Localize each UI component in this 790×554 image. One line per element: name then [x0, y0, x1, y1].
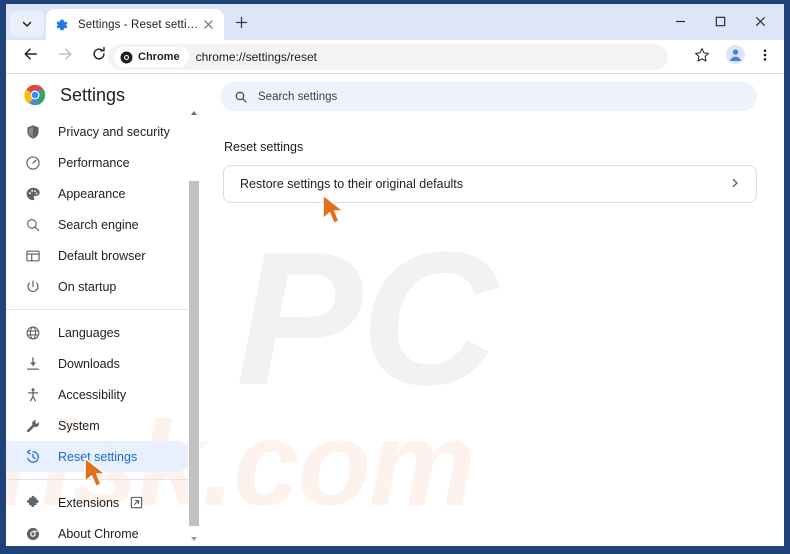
settings-brand: Settings	[6, 74, 192, 116]
sidebar-item-search-engine[interactable]: Search engine	[6, 209, 192, 240]
chrome-origin-chip[interactable]: Chrome	[114, 47, 189, 67]
settings-sidebar: Settings Privacy and security Performanc…	[6, 74, 192, 546]
scroll-down-arrow[interactable]	[188, 532, 200, 546]
url-text: chrome://settings/reset	[195, 50, 317, 64]
section-title: Reset settings	[224, 140, 304, 154]
chevron-right-icon	[730, 178, 740, 191]
close-window-button[interactable]	[740, 8, 780, 38]
sidebar-item-label: Privacy and security	[58, 124, 170, 139]
reload-icon	[91, 46, 107, 67]
browser-window-icon	[24, 247, 42, 265]
maximize-button[interactable]	[700, 8, 740, 38]
sidebar-item-about-chrome[interactable]: About Chrome	[6, 518, 192, 546]
window-controls	[660, 8, 780, 38]
browser-tab[interactable]: Settings - Reset settings	[46, 9, 224, 40]
performance-icon	[24, 154, 42, 172]
sidebar-item-label: Search engine	[58, 217, 139, 232]
plus-icon	[235, 16, 248, 34]
page-title: Settings	[60, 84, 126, 105]
search-input[interactable]: Search settings	[258, 91, 337, 103]
close-icon[interactable]	[200, 17, 216, 33]
search-settings-box[interactable]: Search settings	[220, 82, 757, 111]
sidebar-item-label: Downloads	[58, 356, 120, 371]
sidebar-item-label: Languages	[58, 325, 120, 340]
sidebar-item-default-browser[interactable]: Default browser	[6, 240, 192, 271]
settings-main: Search settings Reset settings Restore s…	[202, 74, 784, 546]
chrome-logo-icon	[24, 84, 46, 106]
tab-strip: Settings - Reset settings	[6, 4, 784, 40]
sidebar-scrollbar-thumb[interactable]	[189, 181, 199, 526]
puzzle-icon	[24, 494, 42, 512]
browser-window: Settings - Reset settings Chrome chrome:…	[0, 0, 790, 554]
download-icon	[24, 355, 42, 373]
bookmark-button[interactable]	[689, 44, 715, 70]
globe-icon	[24, 324, 42, 342]
sidebar-divider-2	[6, 479, 192, 480]
reset-clock-icon	[24, 448, 42, 466]
sidebar-item-label: Reset settings	[58, 449, 138, 464]
back-button[interactable]	[16, 42, 46, 72]
shield-icon	[24, 123, 42, 141]
profile-button[interactable]	[722, 44, 748, 70]
minimize-icon	[675, 14, 686, 32]
chrome-chip-label: Chrome	[138, 51, 180, 63]
settings-gear-icon	[54, 17, 70, 33]
sidebar-item-downloads[interactable]: Downloads	[6, 348, 192, 379]
close-icon	[755, 14, 766, 32]
sidebar-divider-1	[6, 309, 192, 310]
power-icon	[24, 278, 42, 296]
sidebar-item-label: Extensions	[58, 495, 120, 510]
tab-title: Settings - Reset settings	[78, 18, 200, 31]
sidebar-item-label: System	[58, 418, 100, 433]
sidebar-item-appearance[interactable]: Appearance	[6, 178, 192, 209]
palette-icon	[24, 185, 42, 203]
three-dot-menu-icon	[758, 48, 772, 67]
minimize-button[interactable]	[660, 8, 700, 38]
sidebar-item-accessibility[interactable]: Accessibility	[6, 379, 192, 410]
sidebar-item-languages[interactable]: Languages	[6, 317, 192, 348]
sidebar-item-extensions[interactable]: Extensions	[6, 487, 192, 518]
accessibility-icon	[24, 386, 42, 404]
chevron-down-icon	[21, 18, 33, 30]
restore-defaults-row[interactable]: Restore settings to their original defau…	[224, 166, 756, 202]
reset-settings-card: Restore settings to their original defau…	[223, 165, 757, 203]
maximize-icon	[715, 14, 726, 32]
arrow-back-icon	[23, 46, 39, 67]
sidebar-item-performance[interactable]: Performance	[6, 147, 192, 178]
wrench-icon	[24, 417, 42, 435]
search-icon	[233, 89, 248, 104]
new-tab-button[interactable]	[230, 14, 252, 36]
sidebar-item-privacy-and-security[interactable]: Privacy and security	[6, 116, 192, 147]
settings-page: PC risk.com Settings Privacy and securit…	[6, 74, 784, 546]
tab-search-button[interactable]	[10, 11, 44, 37]
window-frame-right	[784, 0, 790, 554]
open-in-new-icon	[129, 496, 143, 510]
sidebar-item-label: Appearance	[58, 186, 126, 201]
sidebar-item-label: About Chrome	[58, 526, 139, 541]
window-frame-bottom	[0, 546, 790, 554]
sidebar-item-label: Performance	[58, 155, 130, 170]
star-icon	[694, 47, 710, 68]
sidebar-item-label: Default browser	[58, 248, 146, 263]
sidebar-item-on-startup[interactable]: On startup	[6, 271, 192, 302]
forward-button[interactable]	[50, 42, 80, 72]
sidebar-item-reset-settings[interactable]: Reset settings	[6, 441, 192, 472]
scroll-up-arrow[interactable]	[188, 106, 200, 120]
chrome-menu-button[interactable]	[752, 44, 778, 70]
person-avatar-icon	[725, 45, 745, 69]
sidebar-item-label: Accessibility	[58, 387, 127, 402]
restore-defaults-label: Restore settings to their original defau…	[240, 177, 464, 191]
search-icon	[24, 216, 42, 234]
sidebar-item-system[interactable]: System	[6, 410, 192, 441]
chrome-ring-icon	[24, 525, 42, 543]
chrome-logo-icon	[120, 51, 133, 64]
sidebar-item-label: On startup	[58, 279, 117, 294]
arrow-forward-icon	[57, 46, 73, 67]
address-bar[interactable]: Chrome chrome://settings/reset	[108, 44, 668, 70]
